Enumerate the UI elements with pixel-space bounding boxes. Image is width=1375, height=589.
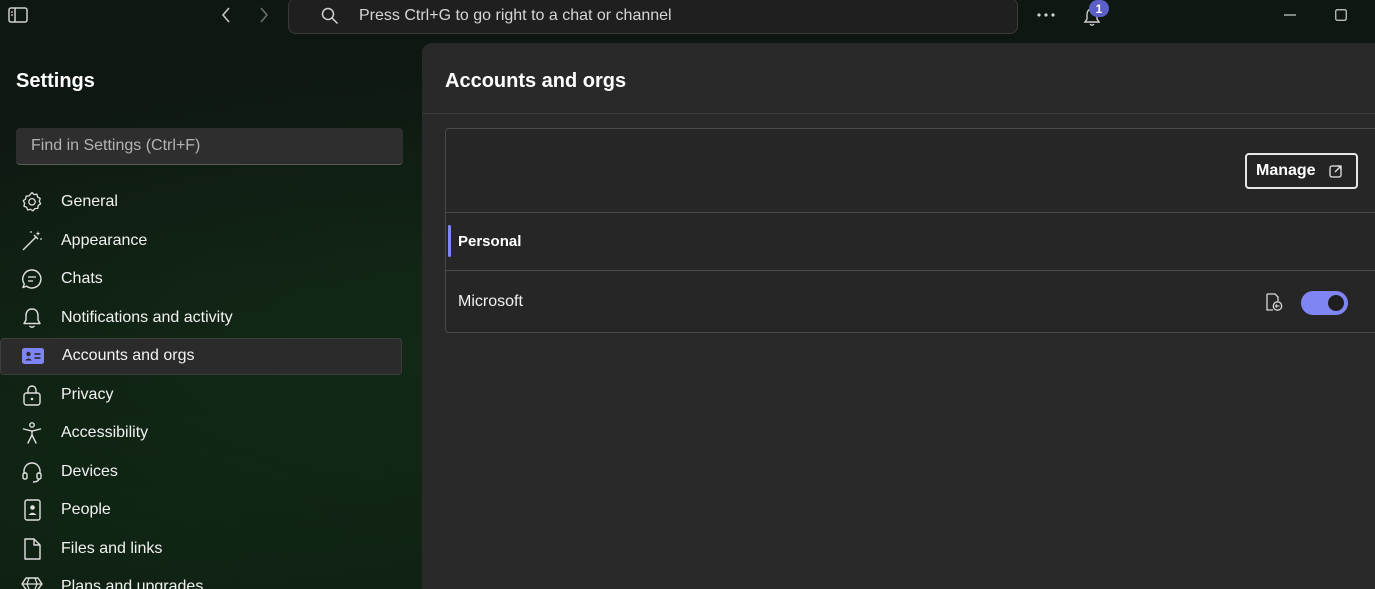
nav-item-label: Files and links	[61, 539, 163, 557]
notification-badge: 1	[1089, 0, 1109, 17]
divider	[422, 113, 1375, 114]
settings-nav-list: General Appearance Chats Notifications a…	[0, 183, 403, 589]
search-icon	[320, 6, 340, 26]
nav-item-label: Appearance	[61, 231, 148, 249]
search-placeholder: Press Ctrl+G to go right to a chat or ch…	[359, 7, 672, 24]
nav-item-label: Accessibility	[61, 424, 149, 442]
find-in-settings-input[interactable]: Find in Settings (Ctrl+F)	[16, 128, 403, 165]
contact-card-icon	[20, 343, 46, 369]
magic-wand-icon	[19, 228, 45, 254]
title-bar: Press Ctrl+G to go right to a chat or ch…	[0, 0, 1375, 34]
nav-item-plans-and-upgrades[interactable]: Plans and upgrades	[0, 568, 403, 589]
forward-arrow-icon[interactable]	[252, 4, 276, 26]
minimize-icon[interactable]	[1278, 4, 1302, 26]
open-external-icon	[1328, 164, 1343, 178]
settings-title: Settings	[16, 70, 95, 92]
nav-item-label: Chats	[61, 270, 103, 288]
account-name: Microsoft	[458, 293, 523, 310]
gear-icon	[19, 189, 45, 215]
nav-item-label: Notifications and activity	[61, 308, 233, 326]
section-accent-bar	[448, 225, 451, 257]
back-arrow-icon[interactable]	[214, 4, 238, 26]
nav-item-label: Devices	[61, 462, 118, 480]
nav-item-label: Plans and upgrades	[61, 578, 204, 589]
manage-button[interactable]: Manage	[1245, 153, 1358, 189]
accessibility-person-icon	[19, 420, 45, 446]
chat-bubble-icon	[19, 266, 45, 292]
device-sign-out-icon[interactable]	[1264, 291, 1284, 313]
nav-item-files-and-links[interactable]: Files and links	[0, 530, 403, 569]
manage-button-label: Manage	[1256, 162, 1316, 179]
toggle-knob	[1328, 295, 1344, 311]
account-card: Manage Personal Microsoft	[445, 128, 1375, 333]
nav-item-label: Privacy	[61, 385, 114, 403]
main-content-panel: Accounts and orgs Manage Personal Micros…	[422, 43, 1375, 589]
diamond-icon	[19, 574, 45, 589]
account-enabled-toggle[interactable]	[1301, 291, 1348, 315]
lock-icon	[19, 382, 45, 408]
nav-item-privacy[interactable]: Privacy	[0, 376, 403, 415]
nav-item-notifications[interactable]: Notifications and activity	[0, 299, 403, 338]
personal-section-header: Personal	[446, 213, 1375, 271]
bell-icon	[19, 305, 45, 331]
sidebar-toggle-icon[interactable]	[6, 4, 30, 26]
maximize-icon[interactable]	[1329, 4, 1353, 26]
nav-item-label: General	[61, 193, 118, 211]
nav-item-devices[interactable]: Devices	[0, 453, 403, 492]
search-input[interactable]: Press Ctrl+G to go right to a chat or ch…	[288, 0, 1018, 34]
nav-item-general[interactable]: General	[0, 183, 403, 222]
nav-item-appearance[interactable]: Appearance	[0, 222, 403, 261]
nav-item-people[interactable]: People	[0, 491, 403, 530]
page-title: Accounts and orgs	[445, 70, 627, 92]
nav-item-accounts-and-orgs[interactable]: Accounts and orgs	[0, 337, 402, 375]
document-icon	[19, 536, 45, 562]
section-label: Personal	[458, 233, 522, 250]
more-options-icon[interactable]	[1033, 4, 1059, 26]
nav-item-accessibility[interactable]: Accessibility	[0, 414, 403, 453]
account-row: Microsoft	[446, 271, 1375, 333]
contact-book-icon	[19, 497, 45, 523]
nav-item-label: Accounts and orgs	[62, 347, 195, 365]
account-card-header: Manage	[446, 129, 1375, 213]
headset-icon	[19, 459, 45, 485]
nav-item-label: People	[61, 501, 111, 519]
nav-item-chats[interactable]: Chats	[0, 260, 403, 299]
